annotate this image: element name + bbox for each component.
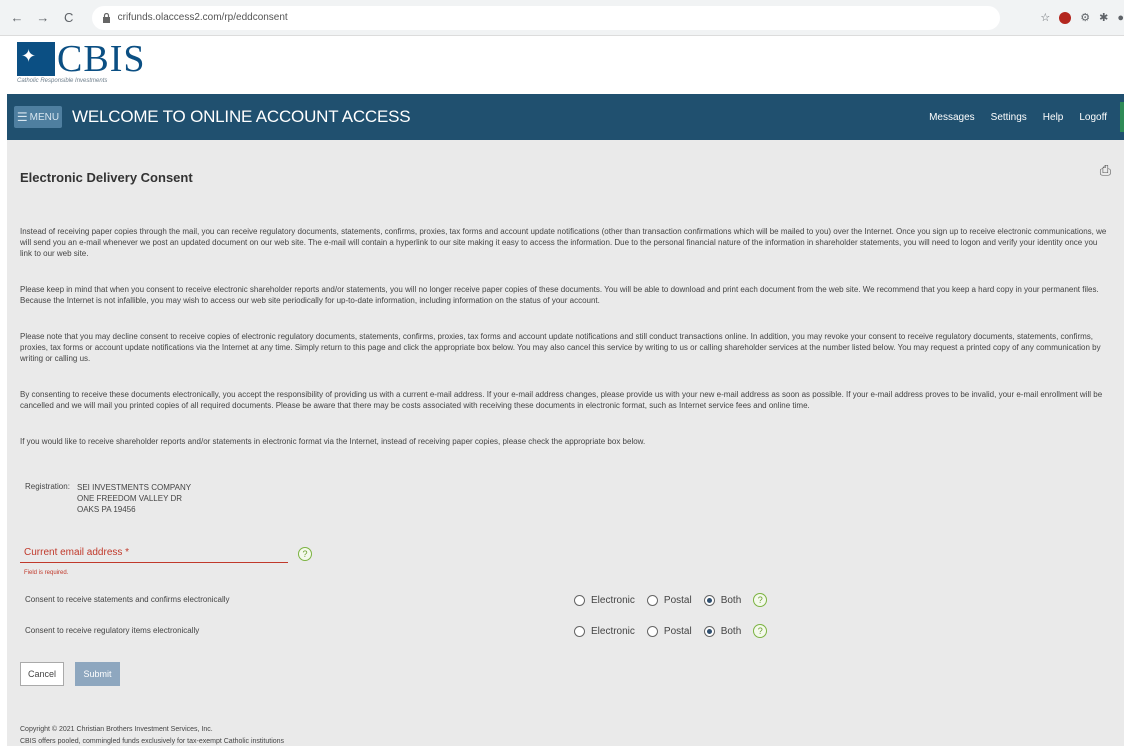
help-link[interactable]: Help <box>1043 112 1064 123</box>
registration-label: Registration: <box>25 482 70 491</box>
registration-address: SEI INVESTMENTS COMPANY ONE FREEDOM VALL… <box>77 482 191 515</box>
radio-electronic-label: Electronic <box>591 594 635 606</box>
cbis-logo[interactable]: CBIS <box>17 38 146 80</box>
radio-both-label: Both <box>720 594 742 606</box>
logo-mark-icon <box>17 42 55 76</box>
page-title: Electronic Delivery Consent <box>20 170 193 185</box>
footer-copyright: Copyright © 2021 Christian Brothers Inve… <box>20 726 213 733</box>
print-icon[interactable]: ⎙ <box>1100 162 1111 179</box>
url-text: crifunds.olaccess2.com/rp/eddconsent <box>117 12 288 23</box>
submit-button[interactable]: Submit <box>75 662 120 686</box>
email-field[interactable]: Current email address * <box>20 545 288 563</box>
address-bar[interactable]: crifunds.olaccess2.com/rp/eddconsent <box>91 5 1001 30</box>
radio-both[interactable] <box>703 625 715 637</box>
profile-icon[interactable]: ● <box>1117 12 1124 24</box>
star-icon[interactable]: ☆ <box>1040 11 1050 24</box>
consent-regulatory-options: Electronic Postal Both ? <box>574 624 768 638</box>
forward-arrow-icon[interactable]: → <box>34 9 52 27</box>
footer-note: CBIS offers pooled, commingled funds exc… <box>20 738 285 745</box>
main-content: ⎙ Electronic Delivery Consent Instead of… <box>7 140 1124 746</box>
radio-electronic-label: Electronic <box>591 625 635 637</box>
statements-help-icon[interactable]: ? <box>753 593 768 607</box>
menu-label: MENU <box>29 111 60 123</box>
menu-button[interactable]: ☰ MENU <box>14 106 62 128</box>
puzzle-icon[interactable]: ✱ <box>1099 11 1108 24</box>
logoff-link[interactable]: Logoff <box>1079 112 1107 123</box>
radio-postal-label: Postal <box>663 625 692 637</box>
radio-electronic[interactable] <box>574 594 585 606</box>
lock-icon <box>102 12 112 23</box>
reload-icon[interactable]: C <box>60 9 78 27</box>
extension-gear-icon[interactable]: ⚙ <box>1080 11 1090 24</box>
settings-link[interactable]: Settings <box>991 112 1027 123</box>
messages-link[interactable]: Messages <box>929 112 975 123</box>
email-help-icon[interactable]: ? <box>298 547 312 561</box>
registration-line: OAKS PA 19456 <box>77 505 136 514</box>
consent-statements-options: Electronic Postal Both ? <box>574 593 768 607</box>
regulatory-help-icon[interactable]: ? <box>753 624 768 638</box>
consent-paragraph-2: Please keep in mind that when you consen… <box>20 285 1099 305</box>
logo-area: CBIS Catholic Responsible Investments <box>0 36 1124 94</box>
consent-paragraph-1: Instead of receiving paper copies throug… <box>20 227 1107 258</box>
email-placeholder: Current email address * <box>24 547 130 558</box>
radio-both[interactable] <box>703 594 715 606</box>
header-links: Messages Settings Help Logoff <box>929 112 1107 123</box>
registration-line: SEI INVESTMENTS COMPANY <box>77 483 192 492</box>
radio-postal[interactable] <box>646 594 658 606</box>
extension-red-icon[interactable] <box>1059 11 1072 24</box>
cancel-button[interactable]: Cancel <box>20 662 64 686</box>
consent-paragraph-3: Please note that you may decline consent… <box>20 332 1101 363</box>
consent-paragraph-5: If you would like to receive shareholder… <box>20 437 646 446</box>
header-edge-accent <box>1120 102 1124 132</box>
back-arrow-icon[interactable]: ← <box>8 9 26 27</box>
consent-statements-label: Consent to receive statements and confir… <box>25 595 230 604</box>
radio-postal[interactable] <box>646 625 658 637</box>
radio-both-label: Both <box>720 625 742 637</box>
top-navigation-header: ☰ MENU WELCOME TO ONLINE ACCOUNT ACCESS … <box>7 94 1124 140</box>
extension-icons: ☆ ⚙ ✱ ● <box>1040 11 1124 24</box>
page-banner-title: WELCOME TO ONLINE ACCOUNT ACCESS <box>72 107 411 126</box>
radio-postal-label: Postal <box>663 594 692 606</box>
hamburger-icon: ☰ <box>16 110 28 124</box>
logo-subtitle: Catholic Responsible Investments <box>17 78 108 84</box>
logo-text: CBIS <box>57 38 146 80</box>
registration-line: ONE FREEDOM VALLEY DR <box>77 494 183 503</box>
consent-paragraph-4: By consenting to receive these documents… <box>20 390 1103 410</box>
browser-toolbar: ← → C crifunds.olaccess2.com/rp/eddconse… <box>0 0 1124 36</box>
consent-regulatory-label: Consent to receive regulatory items elec… <box>25 626 200 635</box>
radio-electronic[interactable] <box>574 625 585 637</box>
email-error-message: Field is required. <box>24 570 69 576</box>
